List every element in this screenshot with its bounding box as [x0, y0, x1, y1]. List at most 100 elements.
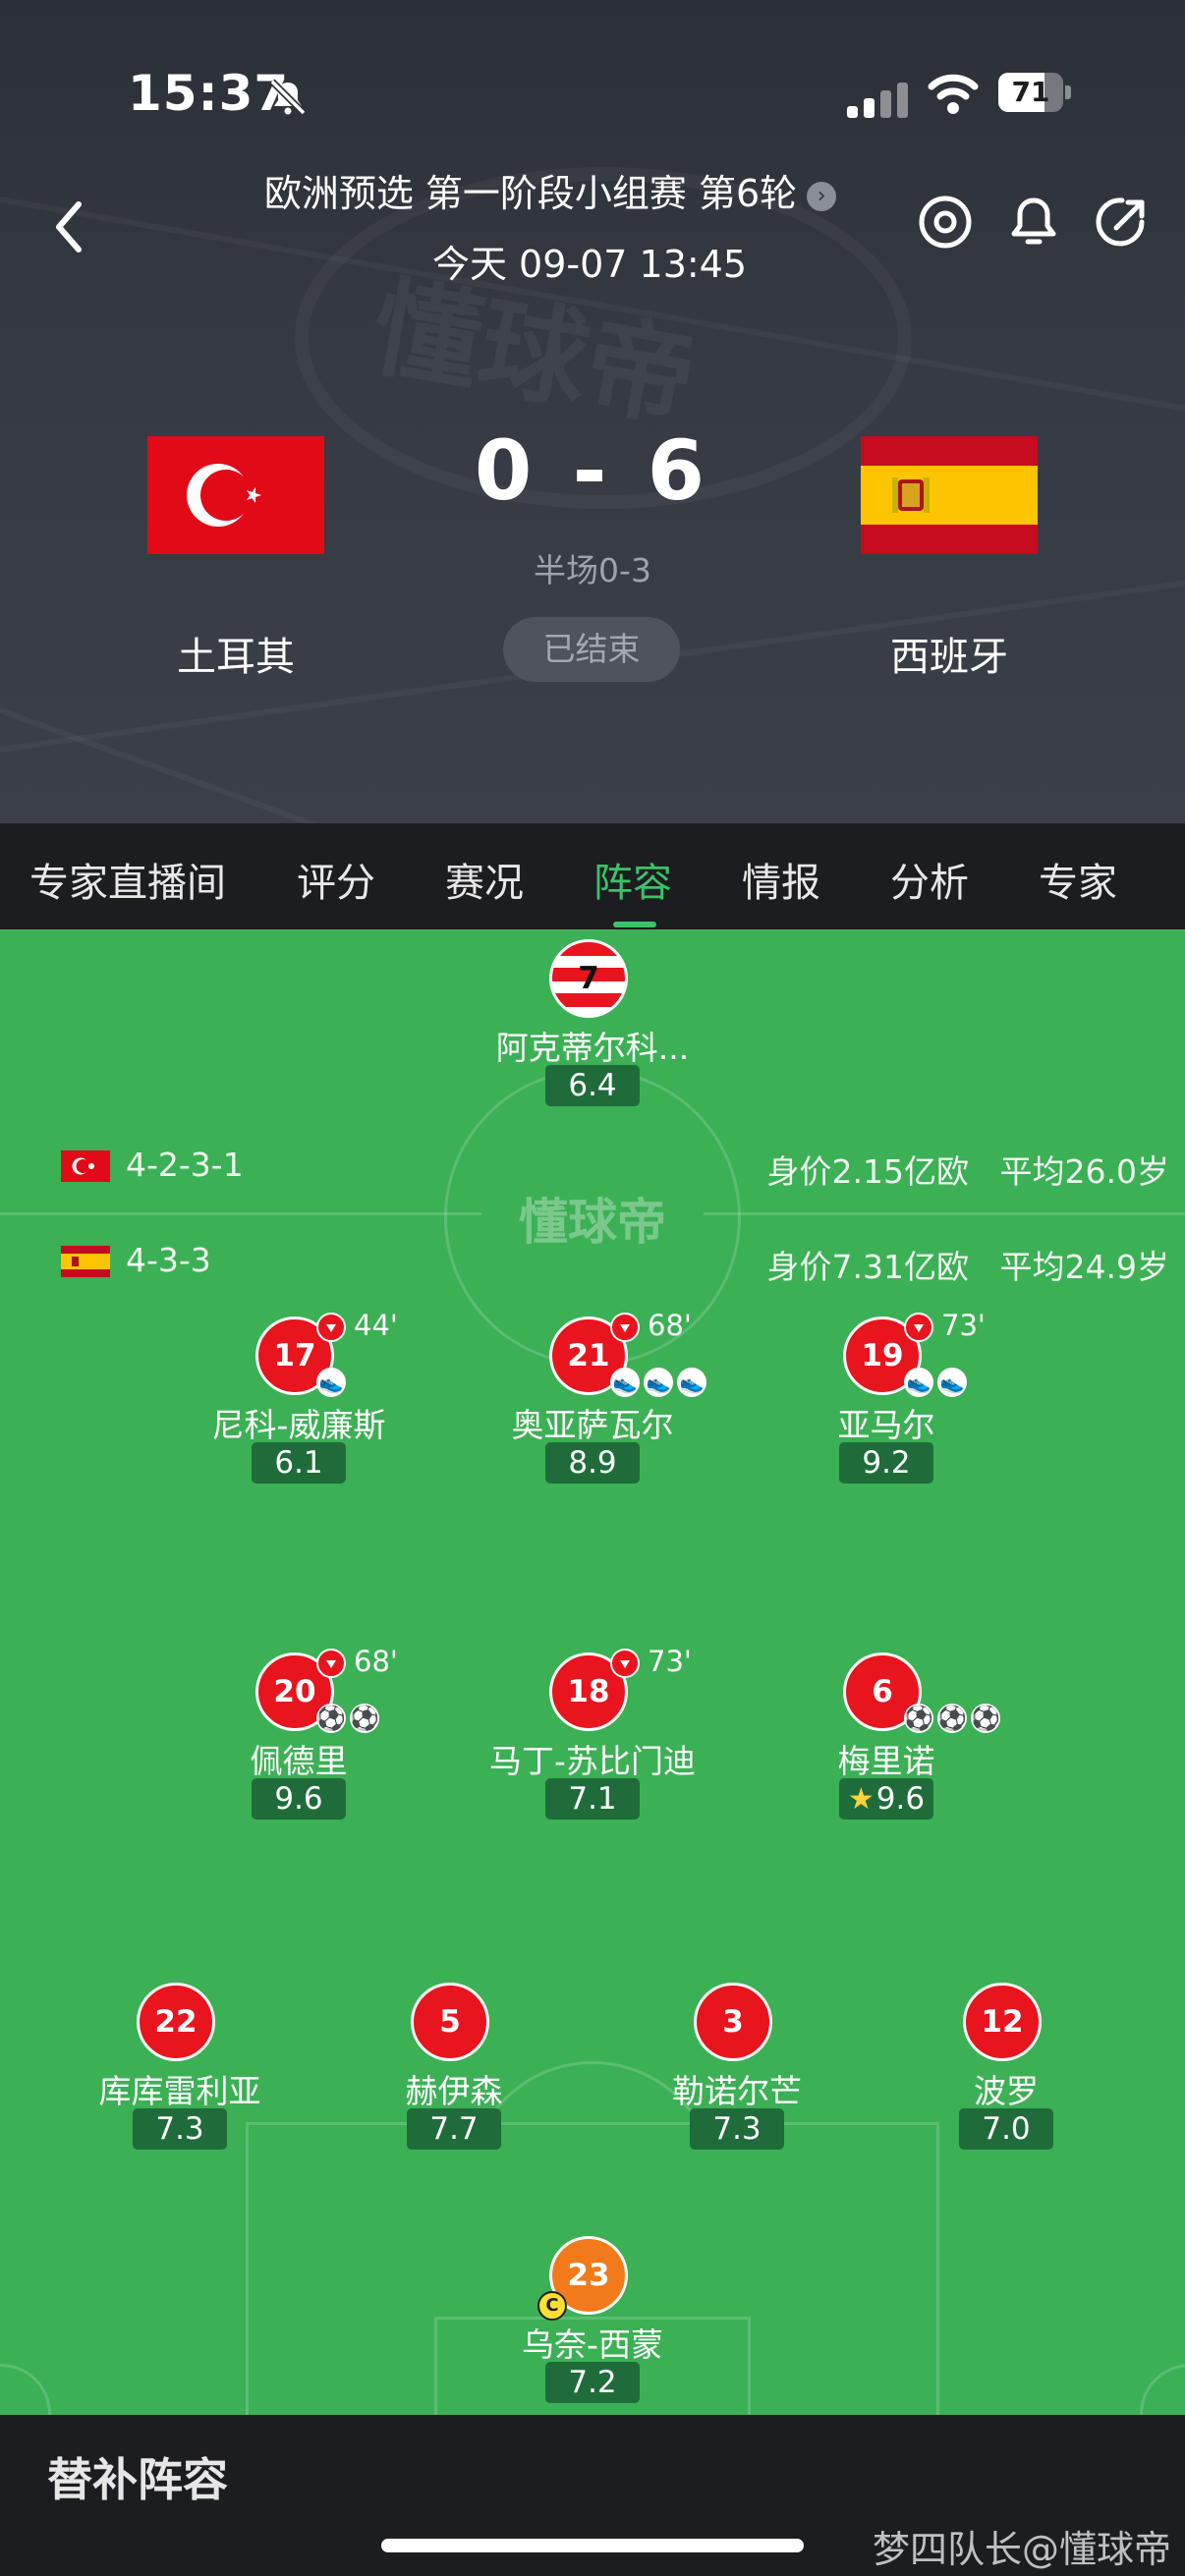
bottom-bar: 替补阵容 梦四队长@懂球帝 [0, 2415, 1185, 2576]
spain-flag-icon[interactable] [861, 436, 1038, 554]
player-name: 马丁-苏比门迪 [489, 1742, 696, 1780]
turkey-flag-icon[interactable] [147, 436, 324, 554]
goal-icon: ⚽ [316, 1704, 346, 1733]
player-rating-value: 9.6 [875, 1781, 926, 1817]
header-bg-line [0, 707, 555, 823]
player-name: 亚马尔 [837, 1406, 935, 1444]
sub-off-icon [316, 1649, 346, 1678]
player-name: 乌奈-西蒙 [522, 2325, 663, 2364]
player-name: 佩德里 [250, 1742, 348, 1780]
player-rating: 9.2 [839, 1442, 933, 1484]
assist-icon: 👟 [644, 1368, 673, 1397]
home-team-name[interactable]: 土耳其 [118, 625, 354, 682]
tab-match-events[interactable]: 赛况 [445, 851, 524, 908]
player-rating: 6.1 [252, 1442, 346, 1484]
player-card[interactable]: 17 44' 👟 尼科-威廉斯 6.1 [191, 1309, 407, 1484]
tab-expert-live[interactable]: 专家直播间 [29, 851, 226, 908]
home-indicator[interactable] [381, 2539, 804, 2552]
chevron-right-icon: › [807, 181, 837, 211]
tab-lineup[interactable]: 阵容 [593, 851, 672, 908]
player-rating: 6.4 [545, 1065, 640, 1106]
goal-icon: ⚽ [350, 1704, 379, 1733]
bell-muted-icon [269, 79, 307, 116]
player-name: 库库雷利亚 [98, 2072, 261, 2110]
match-status-badge: 已结束 [503, 617, 680, 682]
substitutes-title[interactable]: 替补阵容 [47, 2444, 228, 2509]
halftime-score: 半场0-3 [534, 551, 651, 589]
tab-active-indicator [613, 922, 656, 927]
wifi-icon [928, 74, 979, 114]
star-icon: ★ [847, 1782, 875, 1817]
player-rating: ★9.6 [839, 1778, 933, 1820]
back-arrow-icon[interactable] [47, 193, 96, 261]
player-card[interactable]: 20 68' ⚽ ⚽ 佩德里 9.6 [191, 1645, 407, 1820]
assist-icon: 👟 [904, 1368, 933, 1397]
home-squad-stats: 身价2.15亿欧 平均26.0岁 [767, 1146, 1169, 1193]
player-name: 赫伊森 [405, 2072, 503, 2110]
player-card[interactable]: 23 C 乌奈-西蒙 7.2 [484, 2236, 701, 2403]
player-card[interactable]: 18 73' 马丁-苏比门迪 7.1 [484, 1645, 701, 1820]
player-card[interactable]: 7 阿克蒂尔科... 6.4 [484, 939, 701, 1106]
player-rating: 7.3 [690, 2108, 784, 2150]
home-avg-age: 平均26.0岁 [999, 1152, 1169, 1191]
pitch-logo: 懂球帝 [481, 1183, 704, 1254]
match-score: 0 - 6 [474, 422, 711, 519]
target-icon[interactable] [916, 193, 975, 252]
away-squad-value: 身价7.31亿欧 [766, 1248, 970, 1286]
tab-ratings[interactable]: 评分 [297, 851, 375, 908]
assist-icon: 👟 [610, 1368, 640, 1397]
player-card[interactable]: 6 ⚽ ⚽ ⚽ 梅里诺 ★9.6 [778, 1652, 1000, 1820]
player-rating: 7.7 [407, 2108, 501, 2150]
away-team-name[interactable]: 西班牙 [831, 625, 1067, 682]
bell-icon[interactable] [1004, 193, 1063, 252]
sub-off-icon [610, 1313, 640, 1342]
player-name: 勒诺尔芒 [672, 2072, 802, 2110]
tab-experts[interactable]: 专家 [1039, 851, 1117, 908]
sub-minute: 73' [648, 1645, 692, 1678]
match-header: 懂球帝 15:37 71 欧洲预选 第一阶段小组赛 第6轮 › 今天 09-07 … [0, 0, 1185, 823]
home-formation: 4-2-3-1 [126, 1146, 244, 1184]
goal-icon: ⚽ [937, 1704, 967, 1733]
player-card[interactable]: 21 68' 👟 👟 👟 奥亚萨瓦尔 8.9 [484, 1309, 706, 1484]
lineup-pitch: 懂球帝 4-2-3-1 身价2.15亿欧 平均26.0岁 4-3-3 身价7.3… [0, 929, 1185, 2415]
battery-icon: 71 [998, 73, 1073, 114]
sub-off-icon [316, 1313, 346, 1342]
sub-minute: 44' [354, 1309, 398, 1342]
player-card[interactable]: 22 库库雷利亚 7.3 [72, 1983, 288, 2150]
player-number: 3 [694, 1983, 772, 2061]
turkey-flag-icon [61, 1150, 110, 1182]
signal-icon [847, 77, 910, 118]
player-rating: 8.9 [545, 1442, 640, 1484]
player-card[interactable]: 5 赫伊森 7.7 [346, 1983, 562, 2150]
player-number: 7 [549, 939, 628, 1018]
sub-off-icon [904, 1313, 933, 1342]
sub-minute: 68' [648, 1309, 692, 1342]
player-card[interactable]: 19 73' 👟 👟 亚马尔 9.2 [778, 1309, 994, 1484]
player-name: 尼科-威廉斯 [211, 1406, 386, 1444]
player-card[interactable]: 3 勒诺尔芒 7.3 [629, 1983, 845, 2150]
player-rating: 7.3 [133, 2108, 227, 2150]
player-name: 波罗 [974, 2072, 1039, 2110]
sub-minute: 68' [354, 1645, 398, 1678]
player-name: 梅里诺 [837, 1742, 935, 1780]
player-name: 阿克蒂尔科... [495, 1029, 690, 1067]
player-name: 奥亚萨瓦尔 [511, 1406, 674, 1444]
goal-icon: ⚽ [971, 1704, 1000, 1733]
tab-analysis[interactable]: 分析 [890, 851, 969, 908]
tab-bar: 专家直播间 评分 赛况 阵容 情报 分析 专家 [0, 823, 1185, 929]
away-avg-age: 平均24.9岁 [999, 1248, 1169, 1286]
tab-intel[interactable]: 情报 [742, 851, 820, 908]
share-icon[interactable] [1093, 193, 1152, 252]
battery-level: 71 [1011, 76, 1050, 108]
goal-icon: ⚽ [904, 1704, 933, 1733]
player-rating: 7.0 [959, 2108, 1053, 2150]
player-rating: 9.6 [252, 1778, 346, 1820]
competition-title: 欧洲预选 第一阶段小组赛 第6轮 [263, 172, 798, 215]
assist-icon: 👟 [677, 1368, 706, 1397]
assist-icon: 👟 [316, 1368, 346, 1397]
away-squad-stats: 身价7.31亿欧 平均24.9岁 [767, 1241, 1169, 1288]
competition-link[interactable]: 欧洲预选 第一阶段小组赛 第6轮 › [177, 163, 924, 217]
player-card[interactable]: 12 波罗 7.0 [898, 1983, 1114, 2150]
sub-off-icon [610, 1649, 640, 1678]
player-rating: 7.2 [545, 2362, 640, 2403]
